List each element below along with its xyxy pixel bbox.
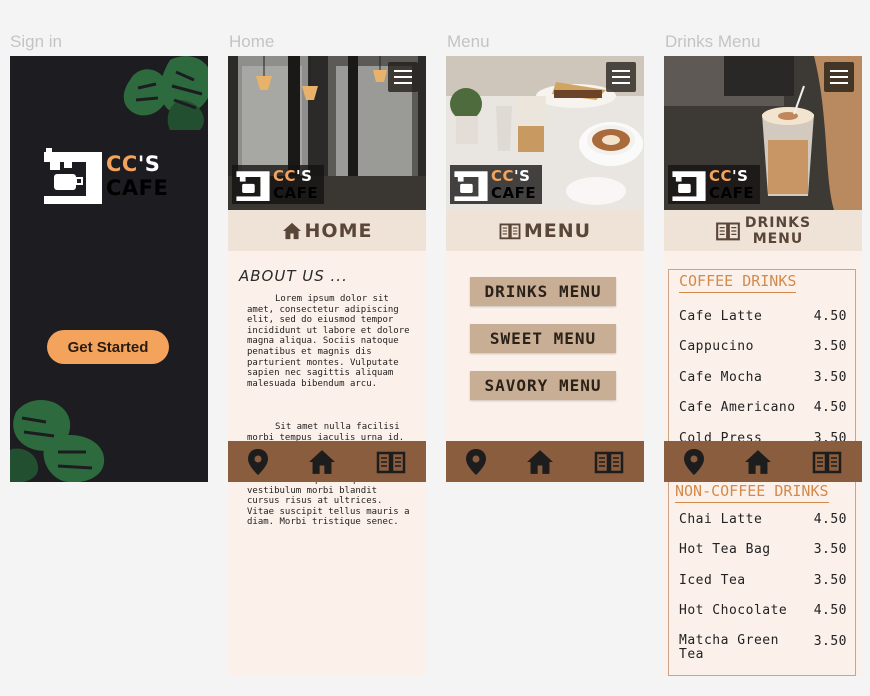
drink-name: Iced Tea [679,573,746,588]
drink-name: Hot Chocolate [679,603,788,618]
logo-s: 'S [514,167,531,185]
drinks-title-bar: DRINKS MENU [664,210,862,251]
drink-price: 3.50 [813,542,847,557]
frame-label-signin: Sign in [10,32,62,51]
page-title: MENU [523,219,592,242]
monstera-leaf-bottom [10,399,105,482]
about-paragraph-1: Lorem ipsum dolor sit amet, consectetur … [247,294,410,389]
drink-price: 3.50 [813,573,847,588]
about-title: ABOUT US ... [239,267,348,285]
drink-price: 4.50 [813,400,847,415]
drink-row[interactable]: Cafe Latte 4.50 [679,309,847,324]
page-title-line1: DRINKS [744,214,812,231]
home-icon[interactable] [307,449,337,475]
home-icon [282,222,301,239]
bottom-nav [664,441,862,482]
drink-row[interactable]: Cafe Americano 4.50 [679,400,847,415]
drink-row[interactable]: Hot Tea Bag 3.50 [679,542,847,557]
logo-cc: CC [106,151,138,176]
drink-price: 4.50 [813,309,847,324]
drinks-hero-image: CC'S CAFE [664,56,862,210]
drink-name: Cappucino [679,339,754,354]
menu-hero-image: CC'S CAFE [446,56,644,210]
drink-price: 4.50 [813,512,847,527]
hero-logo: CC'S CAFE [232,165,325,204]
logo-cafe: CAFE [709,184,755,202]
hamburger-menu-icon[interactable] [606,62,636,92]
home-icon[interactable] [525,449,555,475]
espresso-machine-icon [236,171,270,201]
home-screen: CC'S CAFE HOME ABOUT US ... Lorem ipsum … [228,56,426,676]
logo-cafe: CAFE [491,184,537,202]
espresso-machine-icon [454,171,488,201]
drink-price: 3.50 [813,634,847,649]
espresso-machine-icon [672,171,706,201]
frame-label-menu: Menu [447,32,490,51]
logo-cafe: CAFE [273,184,319,202]
logo-s: 'S [296,167,313,185]
drinks-menu-screen: CC'S CAFE DRINKS MENU COFFEE DRINKS Cafe… [664,56,862,676]
hamburger-menu-icon[interactable] [824,62,854,92]
logo-cc: CC [491,167,515,185]
espresso-machine-icon [44,148,102,204]
drink-name: Hot Tea Bag [679,542,771,557]
drink-name: Chai Latte [679,512,763,527]
page-title-line2: MENU [752,230,804,247]
get-started-button[interactable]: Get Started [47,330,169,364]
menu-screen: CC'S CAFE MENU DRINKS MENU SWEET MENU SA… [446,56,644,482]
drink-name: Cafe Latte [679,309,763,324]
location-pin-icon[interactable] [247,448,268,475]
drink-row[interactable]: Chai Latte 4.50 [679,512,847,527]
drink-row[interactable]: Cappucino 3.50 [679,339,847,354]
home-title-bar: HOME [228,210,426,251]
cafe-logo: CC'S CAFE [44,148,168,204]
logo-s: 'S [137,151,161,176]
logo-cafe: CAFE [106,175,169,200]
drink-name: Matcha Green Tea [679,633,779,662]
drinks-menu-button[interactable]: DRINKS MENU [470,277,616,306]
frame-label-drinks-menu: Drinks Menu [665,32,761,51]
home-icon[interactable] [743,449,773,475]
book-icon[interactable] [594,450,624,474]
monstera-leaf-top [123,56,208,130]
frame-label-home: Home [229,32,275,51]
signin-screen: CC'S CAFE Get Started [10,56,208,482]
home-hero-image: CC'S CAFE [228,56,426,210]
drink-price: 3.50 [813,339,847,354]
bottom-nav [446,441,644,482]
drink-row[interactable]: Hot Chocolate 4.50 [679,603,847,618]
coffee-heading: COFFEE DRINKS [679,272,797,293]
drink-row[interactable]: Cafe Mocha 3.50 [679,370,847,385]
savory-menu-button[interactable]: SAVORY MENU [470,371,616,400]
hero-logo: CC'S CAFE [450,165,543,204]
drink-row[interactable]: Matcha Green Tea 3.50 [679,634,847,662]
book-icon[interactable] [376,450,406,474]
drink-name: Cafe Americano [679,400,796,415]
book-icon[interactable] [812,450,842,474]
hamburger-menu-icon[interactable] [388,62,418,92]
drink-price: 4.50 [813,603,847,618]
page-title: HOME [304,219,373,242]
location-pin-icon[interactable] [465,448,486,475]
logo-cc: CC [273,167,297,185]
logo-s: 'S [732,167,749,185]
drink-name: Cafe Mocha [679,370,763,385]
menu-title-bar: MENU [446,210,644,251]
book-icon [715,221,740,240]
hero-logo: CC'S CAFE [668,165,761,204]
book-icon [499,222,521,239]
logo-cc: CC [709,167,733,185]
drink-price: 3.50 [813,370,847,385]
drink-row[interactable]: Iced Tea 3.50 [679,573,847,588]
location-pin-icon[interactable] [683,448,704,475]
sweet-menu-button[interactable]: SWEET MENU [470,324,616,353]
noncoffee-heading: NON-COFFEE DRINKS [675,482,829,503]
bottom-nav [228,441,426,482]
